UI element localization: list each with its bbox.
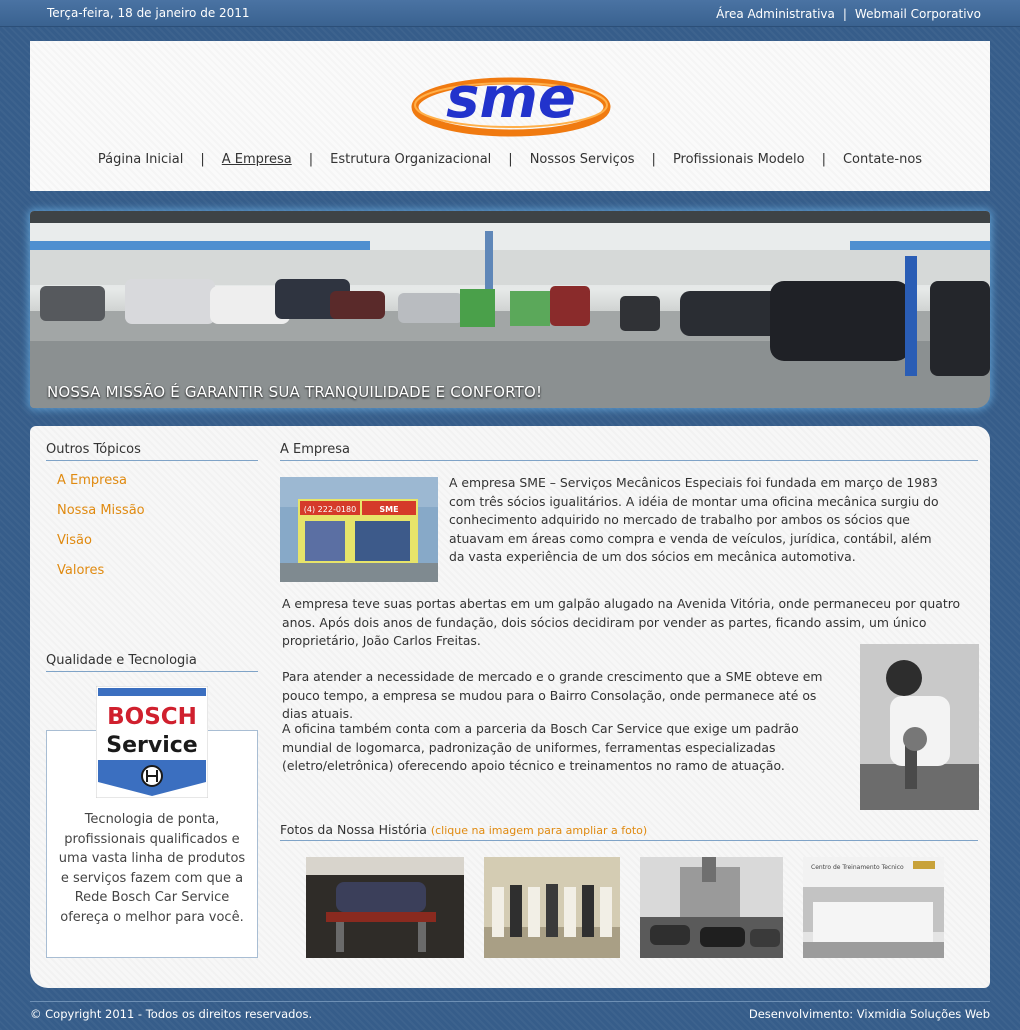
storefront-sign-name: SME (379, 505, 398, 514)
current-date: Terça-feira, 18 de janeiro de 2011 (47, 6, 250, 20)
storefront-photo: (4) 222-0180 SME (280, 477, 438, 582)
admin-area-link[interactable]: Área Administrativa (716, 7, 835, 21)
history-photos-title: Fotos da Nossa História (clique na image… (280, 822, 978, 841)
history-photos-label: Fotos da Nossa História (280, 822, 427, 837)
footer-developer[interactable]: Desenvolvimento: Vixmidia Soluções Web (749, 1007, 990, 1021)
bosch-description: Tecnologia de ponta, profissionais quali… (58, 812, 246, 925)
sidebar-link-a-empresa[interactable]: A Empresa (57, 473, 127, 488)
nav-contate-nos[interactable]: Contate-nos (843, 152, 922, 167)
top-bar: Terça-feira, 18 de janeiro de 2011 Área … (0, 0, 1020, 27)
sidebar-quality-title: Qualidade e Tecnologia (46, 653, 258, 672)
history-photo-3[interactable] (640, 857, 783, 958)
bosch-brand-text: BOSCH (107, 704, 197, 730)
nav-separator: | (200, 152, 205, 167)
logo-text: sme (446, 66, 576, 131)
top-links: Área Administrativa | Webmail Corporativo (716, 7, 981, 21)
list-item: Valores (57, 563, 145, 593)
workshop-panorama-image (30, 211, 990, 408)
paragraph-4: A oficina também conta com a parceria da… (282, 721, 799, 774)
nav-nossos-servicos[interactable]: Nossos Serviços (530, 152, 635, 167)
history-photo-2[interactable] (484, 857, 620, 958)
sidebar-link-visao[interactable]: Visão (57, 533, 92, 548)
nav-pagina-inicial[interactable]: Página Inicial (98, 152, 183, 167)
history-photo-4[interactable]: Centro de Treinamento Tecnico (803, 857, 944, 958)
bosch-service-text: Service (106, 733, 197, 758)
paragraph-1: A empresa SME – Serviços Mecânicos Espec… (449, 475, 939, 565)
top-link-separator: | (842, 7, 847, 21)
sidebar-link-valores[interactable]: Valores (57, 563, 104, 578)
hero-banner: NOSSA MISSÃO É GARANTIR SUA TRANQUILIDAD… (30, 211, 990, 408)
sidebar-link-nossa-missao[interactable]: Nossa Missão (57, 503, 145, 518)
nav-estrutura-organizacional[interactable]: Estrutura Organizacional (330, 152, 491, 167)
nav-separator: | (821, 152, 826, 167)
sidebar-topics-title: Outros Tópicos (46, 442, 258, 461)
nav-a-empresa[interactable]: A Empresa (222, 152, 292, 167)
footer-copyright: © Copyright 2011 - Todos os direitos res… (30, 1007, 313, 1021)
main-nav: Página Inicial | A Empresa | Estrutura Organ… (30, 152, 990, 167)
webmail-link[interactable]: Webmail Corporativo (855, 7, 981, 21)
storefront-sign-phone: (4) 222-0180 (304, 505, 356, 514)
bosch-service-logo: BOSCH Service (96, 686, 208, 798)
list-item: Visão (57, 533, 145, 563)
sidebar-topics-list: A Empresa Nossa Missão Visão Valores (57, 473, 145, 593)
nav-separator: | (308, 152, 314, 167)
header: sme Página Inicial | A Empresa | Estrutura O… (30, 41, 990, 191)
history-photos-hint: (clique na imagem para ampliar a foto) (430, 824, 648, 837)
paragraph-3: Para atender a necessidade de mercado e … (282, 669, 823, 722)
list-item: A Empresa (57, 473, 145, 503)
banner-caption: NOSSA MISSÃO É GARANTIR SUA TRANQUILIDAD… (47, 383, 543, 401)
page-title: A Empresa (280, 442, 978, 461)
content-panel: Outros Tópicos A Empresa Nossa Missão Vi… (30, 426, 990, 988)
footer-divider (30, 1001, 990, 1002)
nav-separator: | (651, 152, 656, 167)
nav-profissionais-modelo[interactable]: Profissionais Modelo (673, 152, 805, 167)
mechanic-photo (860, 644, 979, 810)
training-center-sign: Centro de Treinamento Tecnico (811, 864, 904, 871)
sme-logo[interactable]: sme (411, 65, 611, 137)
paragraph-2: A empresa teve suas portas abertas em um… (282, 596, 961, 649)
nav-separator: | (508, 152, 513, 167)
list-item: Nossa Missão (57, 503, 145, 533)
history-photo-1[interactable] (306, 857, 464, 958)
